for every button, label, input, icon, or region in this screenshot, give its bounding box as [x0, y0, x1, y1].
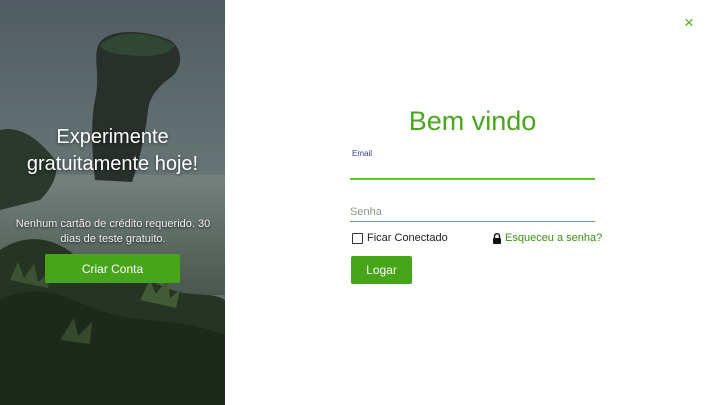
promo-panel: Experimente gratuitamente hoje! Nenhum c…	[0, 0, 225, 405]
close-icon[interactable]: ×	[680, 14, 698, 32]
login-button[interactable]: Logar	[351, 256, 412, 284]
promo-description: Nenhum cartão de crédito requerido. 30 d…	[15, 218, 211, 245]
forgot-password-label[interactable]: Esqueceu a senha?	[505, 232, 602, 244]
remember-me-label: Ficar Conectado	[367, 232, 448, 244]
lock-icon	[493, 232, 501, 244]
promo-title: Experimente gratuitamente hoje!	[26, 126, 199, 175]
remember-me-checkbox[interactable]: Ficar Conectado	[352, 232, 448, 244]
create-account-button[interactable]: Criar Conta	[45, 254, 180, 283]
forgot-password-link[interactable]: Esqueceu a senha?	[492, 232, 602, 244]
password-field[interactable]	[350, 203, 595, 222]
photo-overlay	[0, 0, 225, 405]
welcome-title: Bem vindo	[408, 106, 537, 136]
checkbox-box[interactable]	[352, 232, 363, 244]
email-field[interactable]	[350, 160, 595, 180]
email-label: Email	[352, 149, 373, 158]
